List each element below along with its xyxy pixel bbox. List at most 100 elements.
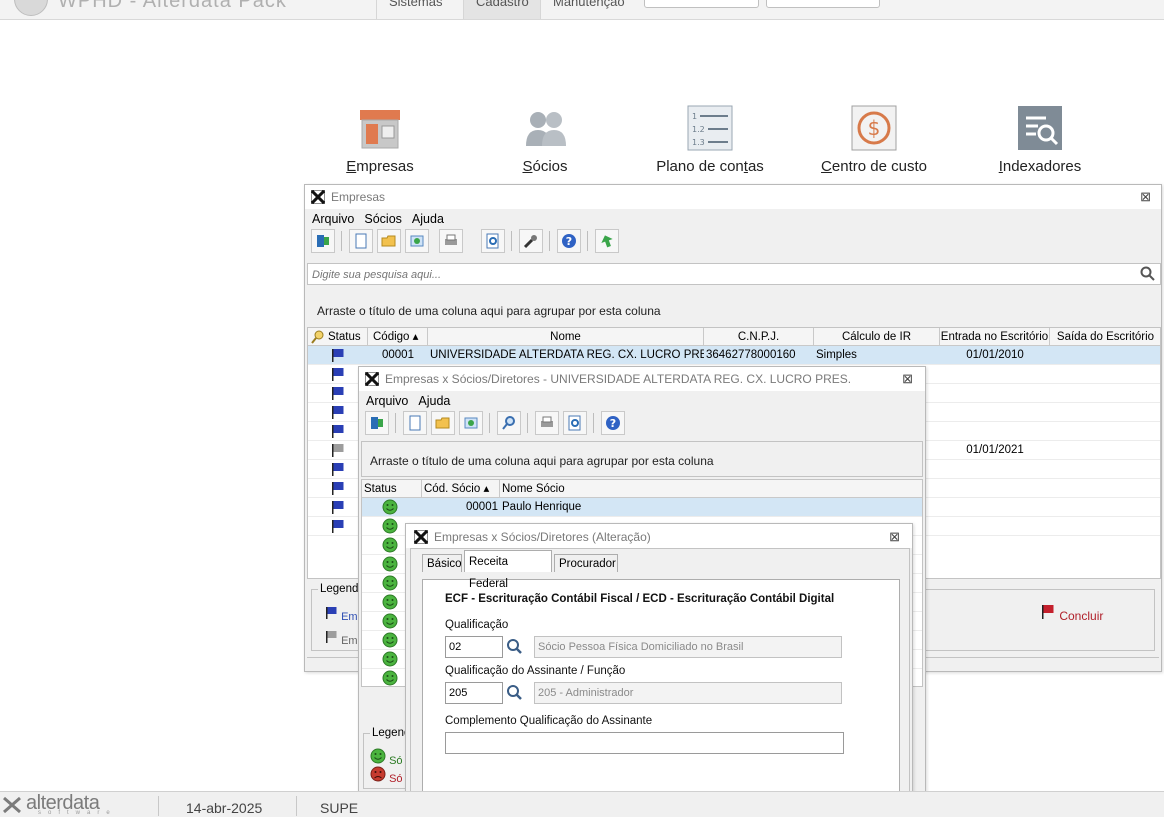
search-input[interactable] [312,266,1079,284]
blue-flag-icon [326,607,337,619]
menu-cadastro[interactable]: Cadastro [463,0,541,19]
gray-flag-icon [326,631,337,643]
coin-icon: $ [850,104,898,152]
smiley-green-icon [382,556,398,572]
close-icon[interactable]: ⊠ [1140,189,1151,205]
smiley-green-icon [382,575,398,591]
legend-item: Em [324,630,358,647]
col-codigo[interactable]: Código ▴ [368,328,428,346]
menu-arquivo[interactable]: Arquivo [307,210,359,228]
document-search-icon [1016,104,1064,152]
smiley-green-icon [382,518,398,534]
smiley-green-icon [382,670,398,686]
blue-flag-icon [332,501,344,514]
menu-socios[interactable]: Sócios [359,210,407,228]
status-date: 14-abr-2025 [186,800,263,816]
contador-badge[interactable] [644,0,759,8]
gray-flag-icon [332,444,344,457]
smiley-red-icon [370,766,386,782]
empresas-search[interactable] [307,263,1161,285]
search-icon[interactable] [503,682,525,704]
menu-ajuda[interactable]: Ajuda [407,210,449,228]
filter-search-icon[interactable] [311,330,325,344]
app-logo [14,0,48,16]
blue-flag-icon [332,349,344,362]
socios-titlebar[interactable]: Empresas x Sócios/Diretores - UNIVERSIDA… [359,367,925,391]
people-icon [521,104,569,152]
back-arrow-icon[interactable] [595,229,619,253]
open-folder-icon[interactable] [431,411,455,435]
menu-arquivo[interactable]: Arquivo [361,392,413,410]
legend-item: Só [370,748,403,767]
red-flag-icon [1042,605,1054,619]
col-saida[interactable]: Saída do Escritório [1050,328,1160,346]
module-centro-de-custo[interactable]: $ Centro de custo [814,104,934,175]
secondary-badge[interactable] [766,0,880,8]
table-row[interactable]: 00001 Paulo Henrique [362,498,922,517]
menu-sistemas[interactable]: Sistemas [376,0,454,19]
status-bar: alterdata software 14-abr-2025 SUPE [0,791,1164,817]
module-empresas[interactable]: Empresas [320,104,440,175]
alteracao-titlebar[interactable]: Empresas x Sócios/Diretores (Alteração) … [406,524,912,548]
svg-text:?: ? [566,235,572,248]
col-entrada[interactable]: Entrada no Escritório [940,328,1050,346]
print-icon[interactable] [535,411,559,435]
smiley-green-icon [382,537,398,553]
alterdata-x-icon [365,372,379,386]
search-icon[interactable] [497,411,521,435]
grid-header: Status Cód. Sócio ▴ Nome Sócio [362,480,922,498]
group-hint: Arraste o título de uma coluna aqui para… [370,454,714,468]
close-icon[interactable]: ⊠ [889,529,900,545]
col-calculo-ir[interactable]: Cálculo de IR [814,328,940,346]
app-title: WPHD - Alterdata Pack [58,0,287,12]
module-socios[interactable]: Sócios [485,104,605,175]
tools-icon[interactable] [519,229,543,253]
blue-flag-icon [332,368,344,381]
alterdata-logo-icon [3,796,21,814]
col-cod-socio[interactable]: Cód. Sócio ▴ [422,480,500,498]
smiley-green-icon [382,613,398,629]
smiley-green-icon [382,651,398,667]
menu-ajuda[interactable]: Ajuda [413,392,455,410]
socios-menubar: Arquivo Ajuda [361,392,455,410]
empresas-titlebar[interactable]: Empresas ⊠ [305,185,1161,209]
exit-icon[interactable] [365,411,389,435]
table-row[interactable]: 00001 UNIVERSIDADE ALTERDATA REG. CX. LUC… [308,346,1160,365]
blue-flag-icon [332,425,344,438]
preview-icon[interactable] [563,411,587,435]
complemento-input[interactable] [445,732,844,754]
exit-icon[interactable] [311,229,335,253]
search-icon[interactable] [1140,266,1156,282]
edit-document-icon[interactable] [405,229,429,253]
preview-icon[interactable] [481,229,505,253]
module-indexadores[interactable]: Indexadores [980,104,1100,175]
col-nome[interactable]: Nome [428,328,704,346]
tab-basico[interactable]: Básico [422,554,462,572]
module-plano-de-contas[interactable]: 1 1.2 1.3 Plano de contas [650,104,770,175]
svg-text:1: 1 [692,112,697,121]
smiley-green-icon [382,594,398,610]
grid-header: Status Código ▴ Nome C.N.P.J. Cálculo de… [308,328,1160,346]
svg-text:?: ? [610,417,616,430]
list-icon: 1 1.2 1.3 [686,104,734,152]
menu-manutencao[interactable]: Manutenção [540,0,637,19]
assinante-label: Qualificação do Assinante / Função [445,665,626,677]
col-status[interactable]: Status [362,480,422,498]
close-icon[interactable]: ⊠ [902,371,913,387]
open-folder-icon[interactable] [377,229,401,253]
help-icon[interactable]: ? [557,229,581,253]
legend-item: Só [370,766,403,785]
new-document-icon[interactable] [349,229,373,253]
tab-receita-federal[interactable]: Receita Federal [464,550,552,590]
new-document-icon[interactable] [403,411,427,435]
col-nome-socio[interactable]: Nome Sócio [500,480,922,498]
help-icon[interactable]: ? [601,411,625,435]
col-cnpj[interactable]: C.N.P.J. [704,328,814,346]
concluir-item[interactable]: Concluir [1040,604,1103,623]
assinante-code-input[interactable]: 205 [445,682,503,704]
print-icon[interactable] [439,229,463,253]
tab-procurador[interactable]: Procurador [554,554,618,572]
edit-document-icon[interactable] [459,411,483,435]
search-icon[interactable] [503,636,525,658]
qualificacao-code-input[interactable]: 02 [445,636,503,658]
